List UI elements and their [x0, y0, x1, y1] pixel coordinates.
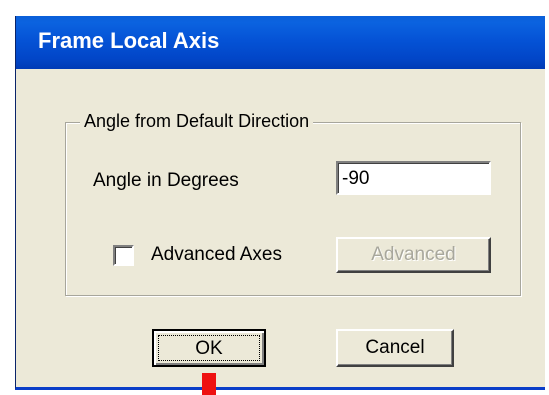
ok-button[interactable]: OK — [152, 329, 266, 367]
window-title: Frame Local Axis — [38, 28, 220, 53]
cancel-button[interactable]: Cancel — [336, 329, 454, 367]
angle-input[interactable]: -90 — [336, 161, 491, 195]
groupbox-legend: Angle from Default Direction — [80, 111, 314, 132]
title-bar[interactable]: Frame Local Axis — [16, 16, 545, 69]
ok-button-label: OK — [158, 335, 260, 361]
advanced-axes-checkbox[interactable] — [113, 245, 134, 266]
advanced-axes-label[interactable]: Advanced Axes — [151, 244, 282, 266]
angle-label: Angle in Degrees — [93, 170, 239, 191]
dialog-window: Frame Local Axis Angle from Default Dire… — [15, 16, 545, 390]
cursor-marker — [202, 373, 216, 395]
advanced-button[interactable]: Advanced — [336, 237, 491, 273]
